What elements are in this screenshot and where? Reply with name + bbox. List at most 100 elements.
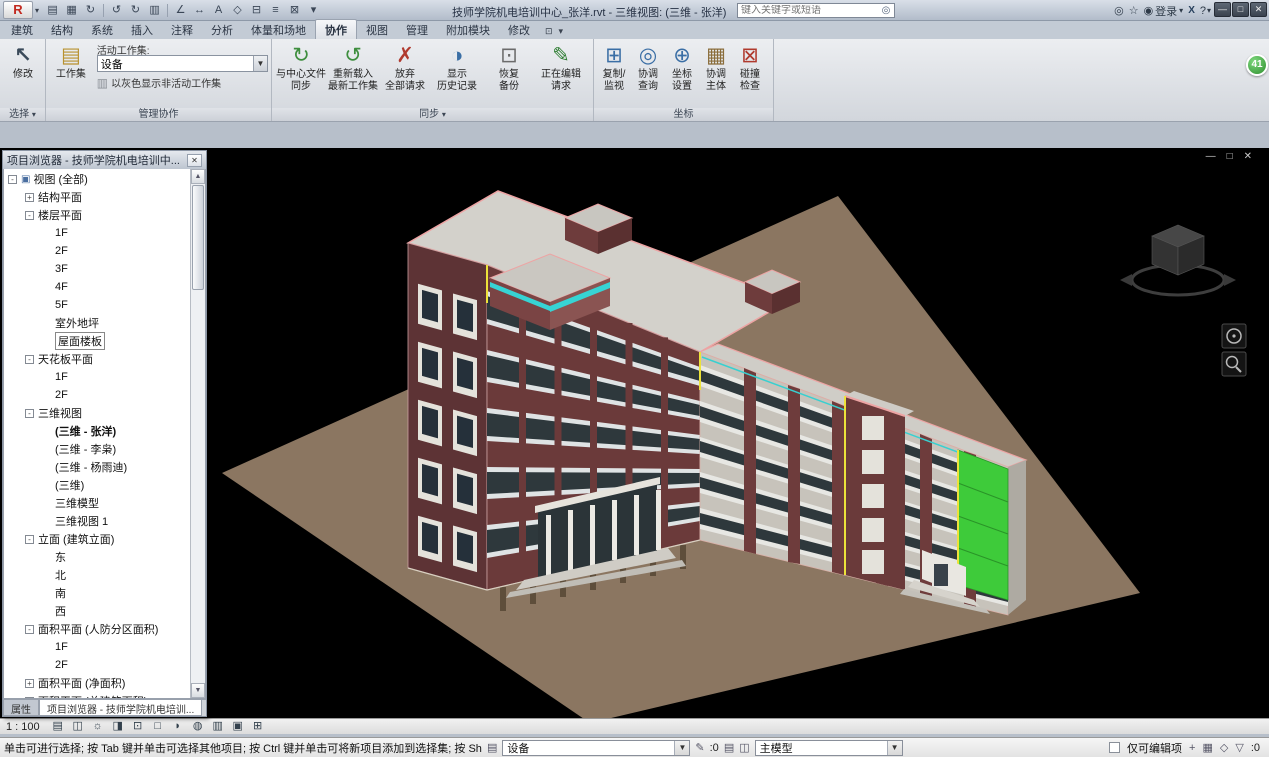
- close-hidden-windows-icon[interactable]: ⊠: [285, 1, 304, 19]
- tree-item-fp-2f[interactable]: 2F: [4, 242, 190, 260]
- panel-label-manage-collaboration[interactable]: 管理协作: [46, 108, 271, 121]
- mdi-close-icon[interactable]: ✕: [1244, 151, 1252, 162]
- tree-item-floor-plans[interactable]: -楼层平面: [4, 206, 190, 224]
- ribbon-options-arrow-icon[interactable]: ▾: [559, 26, 564, 39]
- scroll-up-icon[interactable]: ▲: [191, 169, 205, 184]
- select-links-icon[interactable]: ▦: [1202, 741, 1212, 754]
- editable-only-checkbox[interactable]: [1109, 742, 1120, 753]
- tree-item-3d-user2[interactable]: (三维 - 李枭): [4, 440, 190, 458]
- status-doc-icon[interactable]: ▤: [724, 741, 734, 754]
- expand-toggle[interactable]: -: [25, 355, 34, 364]
- mdi-minimize-icon[interactable]: —: [1206, 151, 1216, 162]
- active-workset-dropdown[interactable]: 设备 ▼: [97, 55, 268, 72]
- show-history-button[interactable]: ◑ 显示 历史记录: [431, 42, 483, 93]
- editing-requests-status-icon[interactable]: ✎: [695, 741, 704, 754]
- redo-icon[interactable]: ↻: [126, 1, 145, 19]
- workset-dropdown-arrow-icon[interactable]: ▼: [674, 741, 689, 755]
- expand-toggle[interactable]: -: [8, 175, 17, 184]
- tree-item-fp-3f[interactable]: 3F: [4, 260, 190, 278]
- temporary-view-properties-icon[interactable]: ▣: [230, 719, 246, 734]
- sync-icon[interactable]: ↻: [81, 1, 100, 19]
- show-constraints-icon[interactable]: ⊞: [250, 719, 266, 734]
- active-workset-dropdown-arrow-icon[interactable]: ▼: [253, 56, 267, 71]
- scroll-thumb[interactable]: [192, 185, 204, 290]
- panel-label-select[interactable]: 选择 ▾: [0, 108, 45, 121]
- tree-item-fp-site[interactable]: 室外地坪: [4, 314, 190, 332]
- tree-item-3d-model[interactable]: 三维模型: [4, 494, 190, 512]
- tree-item-fp-roof-slab[interactable]: 屋面楼板: [4, 332, 190, 350]
- copy-monitor-button[interactable]: ⊞ 复制/ 监视: [597, 42, 631, 93]
- editing-requests-button[interactable]: ✎ 正在编辑 请求: [535, 42, 587, 93]
- scroll-down-icon[interactable]: ▼: [191, 683, 205, 698]
- show-crop-region-icon[interactable]: □: [150, 719, 166, 734]
- restore-backup-button[interactable]: ⊡ 恢复 备份: [483, 42, 535, 93]
- design-option-arrow-icon[interactable]: ▼: [887, 741, 902, 755]
- thin-lines-icon[interactable]: ≡: [266, 1, 285, 19]
- expand-toggle[interactable]: -: [25, 409, 34, 418]
- open-icon[interactable]: ▤: [43, 1, 62, 19]
- help-search-box[interactable]: ◎: [737, 3, 895, 18]
- tab-insert[interactable]: 插入: [122, 20, 162, 39]
- undo-icon[interactable]: ↺: [107, 1, 126, 19]
- worksets-button[interactable]: ▤ 工作集: [49, 42, 93, 91]
- panel-label-coordinate[interactable]: 坐标: [594, 108, 773, 121]
- scale-button[interactable]: 1 : 100: [6, 721, 40, 733]
- shadows-icon[interactable]: ◨: [110, 719, 126, 734]
- exchange-apps-icon[interactable]: X: [1188, 5, 1195, 16]
- sign-in-button[interactable]: ◉ 登录 ▾: [1144, 3, 1184, 19]
- selection-filter-icon[interactable]: ▽: [1235, 741, 1243, 754]
- tree-item-fp-5f[interactable]: 5F: [4, 296, 190, 314]
- tab-systems[interactable]: 系统: [82, 20, 122, 39]
- tab-view[interactable]: 视图: [357, 20, 397, 39]
- workset-status-icon[interactable]: ▤: [487, 741, 497, 754]
- modify-button[interactable]: ↖ 修改: [3, 42, 43, 81]
- sync-with-central-button[interactable]: ↻ 与中心文件 同步: [275, 42, 327, 93]
- tab-collaborate[interactable]: 协作: [315, 19, 357, 39]
- tab-annotate[interactable]: 注释: [162, 20, 202, 39]
- panel-label-synchronize[interactable]: 同步 ▾: [272, 108, 593, 121]
- section-icon[interactable]: ⊟: [247, 1, 266, 19]
- tree-item-elev-east[interactable]: 东: [4, 548, 190, 566]
- coordination-host-button[interactable]: ▦ 协调 主体: [699, 42, 733, 93]
- binoculars-search-icon[interactable]: ◎: [878, 5, 894, 16]
- tree-item-area-plans-gross[interactable]: +面积平面 (总建筑面积): [4, 692, 190, 698]
- active-workset-status-dropdown[interactable]: 设备 ▼: [502, 740, 690, 756]
- tree-item-3d-user3[interactable]: (三维 - 杨雨迪): [4, 458, 190, 476]
- tree-item-3d-view-1[interactable]: 三维视图 1: [4, 512, 190, 530]
- tree-item-area-plans-civil[interactable]: -面积平面 (人防分区面积): [4, 620, 190, 638]
- design-option-dropdown[interactable]: 主模型 ▼: [755, 740, 903, 756]
- tree-item-elev-south[interactable]: 南: [4, 584, 190, 602]
- exchange-search-icon[interactable]: ◎: [1114, 4, 1124, 17]
- relinquish-all-button[interactable]: ✗ 放弃 全部请求: [379, 42, 431, 93]
- tree-item-fp-1f[interactable]: 1F: [4, 224, 190, 242]
- tree-item-cp-2f[interactable]: 2F: [4, 386, 190, 404]
- save-icon[interactable]: ▦: [62, 1, 81, 19]
- tab-massing-site[interactable]: 体量和场地: [242, 20, 315, 39]
- worksharing-display-icon[interactable]: ▥: [210, 719, 226, 734]
- tree-item-ceiling-plans[interactable]: -天花板平面: [4, 350, 190, 368]
- app-menu-arrow-icon[interactable]: ▾: [35, 6, 39, 15]
- tab-addins[interactable]: 附加模块: [437, 20, 499, 39]
- interference-check-button[interactable]: ⊠ 碰撞 检查: [733, 42, 767, 93]
- expand-toggle[interactable]: +: [25, 697, 34, 699]
- measure-icon[interactable]: ∠: [171, 1, 190, 19]
- tree-item-3d-views[interactable]: -三维视图: [4, 404, 190, 422]
- project-browser-close-icon[interactable]: ✕: [187, 154, 202, 167]
- tree-item-3d-zhangyang[interactable]: (三维 - 张洋): [4, 422, 190, 440]
- tree-item-fp-4f[interactable]: 4F: [4, 278, 190, 296]
- tree-item-structural-plans[interactable]: +结构平面: [4, 188, 190, 206]
- app-logo[interactable]: R: [3, 1, 33, 19]
- communication-center-badge[interactable]: 41: [1246, 54, 1268, 76]
- project-browser-titlebar[interactable]: 项目浏览器 - 技师学院机电培训中... ✕: [3, 151, 206, 169]
- tree-scrollbar[interactable]: ▲ ▼: [190, 169, 205, 698]
- restore-button[interactable]: □: [1232, 2, 1249, 17]
- visual-style-icon[interactable]: ◫: [70, 719, 86, 734]
- tree-item-elev-north[interactable]: 北: [4, 566, 190, 584]
- tree-item-area-plans-net[interactable]: +面积平面 (净面积): [4, 674, 190, 692]
- select-pinned-icon[interactable]: ◇: [1220, 741, 1228, 754]
- text-icon[interactable]: A: [209, 1, 228, 19]
- help-button[interactable]: ? ▾: [1200, 5, 1211, 17]
- detail-level-icon[interactable]: ▤: [50, 719, 66, 734]
- tree-item-views-root[interactable]: -▣视图 (全部): [4, 170, 190, 188]
- default-3d-view-icon[interactable]: ◇: [228, 1, 247, 19]
